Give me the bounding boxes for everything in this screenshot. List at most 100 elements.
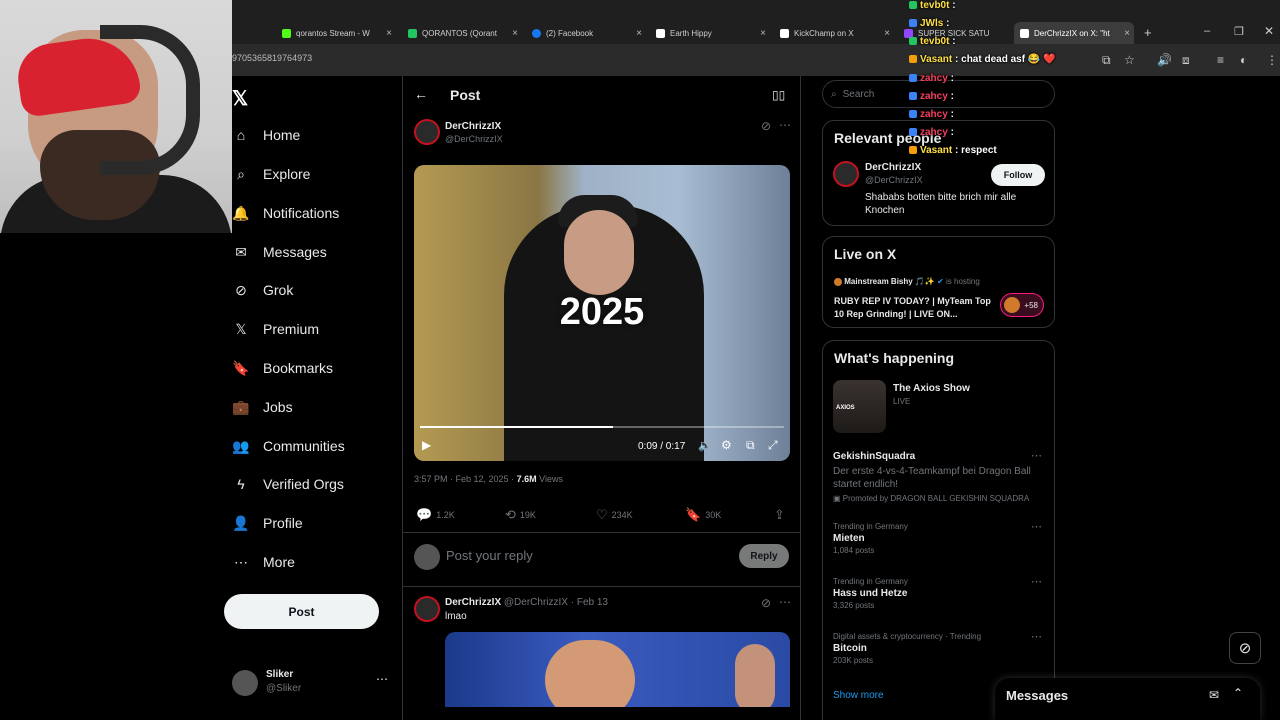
browser-tab[interactable]: QORANTOS (Qorant × [402, 22, 522, 44]
share-action[interactable]: ⇪ [774, 507, 789, 523]
close-tab-icon[interactable]: × [512, 28, 518, 39]
reply-author[interactable]: DerChrizzIX [445, 597, 501, 608]
nav-item-verified-orgs[interactable]: ϟ Verified Orgs [232, 469, 344, 499]
close-window-icon[interactable]: ✕ [1264, 24, 1274, 38]
minimize-icon[interactable]: – [1204, 25, 1210, 37]
nav-item-jobs[interactable]: 💼 Jobs [232, 392, 292, 422]
browser-tab[interactable]: (2) Facebook × [526, 22, 646, 44]
avatar[interactable] [414, 596, 440, 622]
more-icon[interactable]: ⋯ [1031, 449, 1042, 462]
more-icon[interactable]: ⋯ [1031, 630, 1042, 643]
person-handle[interactable]: @DerChrizzIX [865, 175, 923, 185]
nav-item-notifications[interactable]: 🔔 Notifications [232, 198, 339, 228]
more-icon[interactable]: ⋯ [779, 118, 791, 132]
nav-item-grok[interactable]: ⊘ Grok [232, 275, 293, 305]
account-name[interactable]: Sliker [266, 669, 293, 680]
settings-icon[interactable]: ⚙ [721, 438, 732, 452]
menu-icon[interactable]: ⋮ [1266, 53, 1278, 67]
reader-icon[interactable]: ▯▯ [772, 88, 785, 102]
reply-button[interactable]: Reply [739, 544, 789, 568]
promo-title[interactable]: GekishinSquadra [833, 451, 915, 462]
site-icon [408, 28, 417, 38]
browser-tab-active[interactable]: DerChrizzIX on X: "ht × [1014, 22, 1134, 44]
browser-tab[interactable]: qorantos Stream - W × [276, 22, 396, 44]
reply-action[interactable]: 💬 1.2K [416, 507, 455, 523]
post-button[interactable]: Post [224, 594, 379, 629]
live-description[interactable]: RUBY REP IV TODAY? | MyTeam Top 10 Rep G… [834, 295, 994, 321]
post-timestamp[interactable]: 3:57 PM · Feb 12, 2025 · [414, 474, 514, 484]
nav-item-home[interactable]: ⌂ Home [232, 120, 301, 150]
browser-tab[interactable]: Earth Hippy × [650, 22, 770, 44]
trend-item[interactable]: Trending in Germany Mieten 1,084 posts ⋯ [833, 520, 1048, 555]
play-icon[interactable]: ▶ [422, 438, 431, 452]
more-icon[interactable]: ⋯ [1031, 520, 1042, 533]
follow-button[interactable]: Follow [991, 164, 1045, 186]
grok-icon[interactable]: ⊘ [761, 596, 771, 610]
trend-item[interactable]: Trending in Germany Hass und Hetze 3,326 p… [833, 575, 1048, 610]
avatar[interactable] [833, 161, 859, 187]
nav-item-explore[interactable]: ⌕ Explore [232, 159, 310, 189]
fullscreen-icon[interactable]: ⤢ [768, 438, 778, 453]
video-progress-bar[interactable] [420, 426, 784, 428]
featured-thumbnail[interactable]: AXIOS [833, 380, 886, 433]
x-logo-icon[interactable]: 𝕏 [232, 86, 248, 111]
repost-action[interactable]: ⟲ 19K [505, 507, 536, 523]
new-tab-icon[interactable]: + [1144, 25, 1152, 40]
nav-item-profile[interactable]: 👤 Profile [232, 508, 302, 538]
show-more-link[interactable]: Show more [833, 690, 884, 701]
live-listeners[interactable]: +58 [1000, 293, 1044, 317]
video-player[interactable]: 2025 ▶ 0:09 / 0:17 🔈 ⚙ ⧉ ⤢ [414, 165, 790, 461]
browser-tab[interactable]: KickChamp on X × [774, 22, 894, 44]
audio-icon[interactable]: 🔊 [1157, 53, 1172, 67]
volume-icon[interactable]: 🔈 [698, 439, 712, 452]
restore-icon[interactable]: ❐ [1234, 25, 1244, 38]
messages-drawer[interactable]: Messages ✉ ⌃ [995, 678, 1260, 720]
chat-badge-icon [909, 55, 917, 64]
video-controls: ▶ 0:09 / 0:17 🔈 ⚙ ⧉ ⤢ [414, 436, 790, 458]
reply-media[interactable] [445, 632, 790, 707]
chat-badge-icon [909, 92, 917, 101]
avatar[interactable] [232, 670, 258, 696]
chat-badge-icon [909, 74, 917, 83]
trend-item[interactable]: Digital assets & cryptocurrency · Trendi… [833, 630, 1048, 665]
chat-message: Vasant : respect [909, 145, 997, 156]
more-icon[interactable]: ⋯ [1031, 575, 1042, 588]
reply-handle-date[interactable]: @DerChrizzIX · Feb 13 [504, 597, 608, 608]
profile-icon[interactable]: ◐ [1240, 53, 1247, 67]
expand-icon[interactable]: ⌃ [1233, 686, 1243, 700]
picture-in-picture-icon[interactable]: ⧉ [746, 438, 755, 453]
extensions-icon[interactable]: ⧈ [1182, 53, 1190, 68]
bookmark-icon: 🔖 [232, 359, 250, 376]
more-icon[interactable]: ⋯ [779, 595, 791, 609]
url-text[interactable]: 9705365819764973 [232, 53, 312, 63]
nav-item-communities[interactable]: 👥 Communities [232, 431, 344, 461]
grok-icon[interactable]: ⊘ [761, 119, 771, 133]
close-tab-icon[interactable]: × [636, 28, 642, 39]
featured-title[interactable]: The Axios Show [893, 383, 970, 394]
like-action[interactable]: ♡ 234K [596, 507, 633, 523]
nav-item-messages[interactable]: ✉ Messages [232, 237, 327, 267]
chat-username: Vasant [920, 54, 953, 65]
media-icon[interactable]: ≡ [1217, 53, 1224, 67]
reply-input[interactable]: Post your reply [446, 548, 533, 563]
live-host[interactable]: Mainstream Bishy 🎵✨ ✔ is hosting [834, 277, 980, 286]
avatar[interactable] [414, 119, 440, 145]
nav-item-more[interactable]: ⋯ More [232, 547, 295, 577]
star-icon[interactable]: ☆ [1124, 53, 1135, 67]
new-message-icon[interactable]: ✉ [1209, 688, 1219, 702]
close-tab-icon[interactable]: × [1124, 28, 1130, 39]
person-name[interactable]: DerChrizzIX [865, 162, 921, 173]
nav-item-bookmarks[interactable]: 🔖 Bookmarks [232, 353, 333, 383]
x-logo-icon [780, 28, 789, 38]
grok-icon[interactable]: ⊘ [1229, 632, 1261, 664]
close-tab-icon[interactable]: × [760, 28, 766, 39]
author-name[interactable]: DerChrizzIX [445, 121, 501, 132]
bookmark-action[interactable]: 🔖 30K [685, 507, 721, 523]
close-tab-icon[interactable]: × [884, 28, 890, 39]
nav-item-premium[interactable]: 𝕏 Premium [232, 314, 319, 344]
author-handle[interactable]: @DerChrizzIX [445, 134, 503, 144]
close-tab-icon[interactable]: × [386, 28, 392, 39]
more-icon[interactable]: ⋯ [376, 672, 388, 686]
install-icon[interactable]: ⧉ [1102, 53, 1111, 68]
back-arrow-icon[interactable]: ← [414, 86, 428, 102]
